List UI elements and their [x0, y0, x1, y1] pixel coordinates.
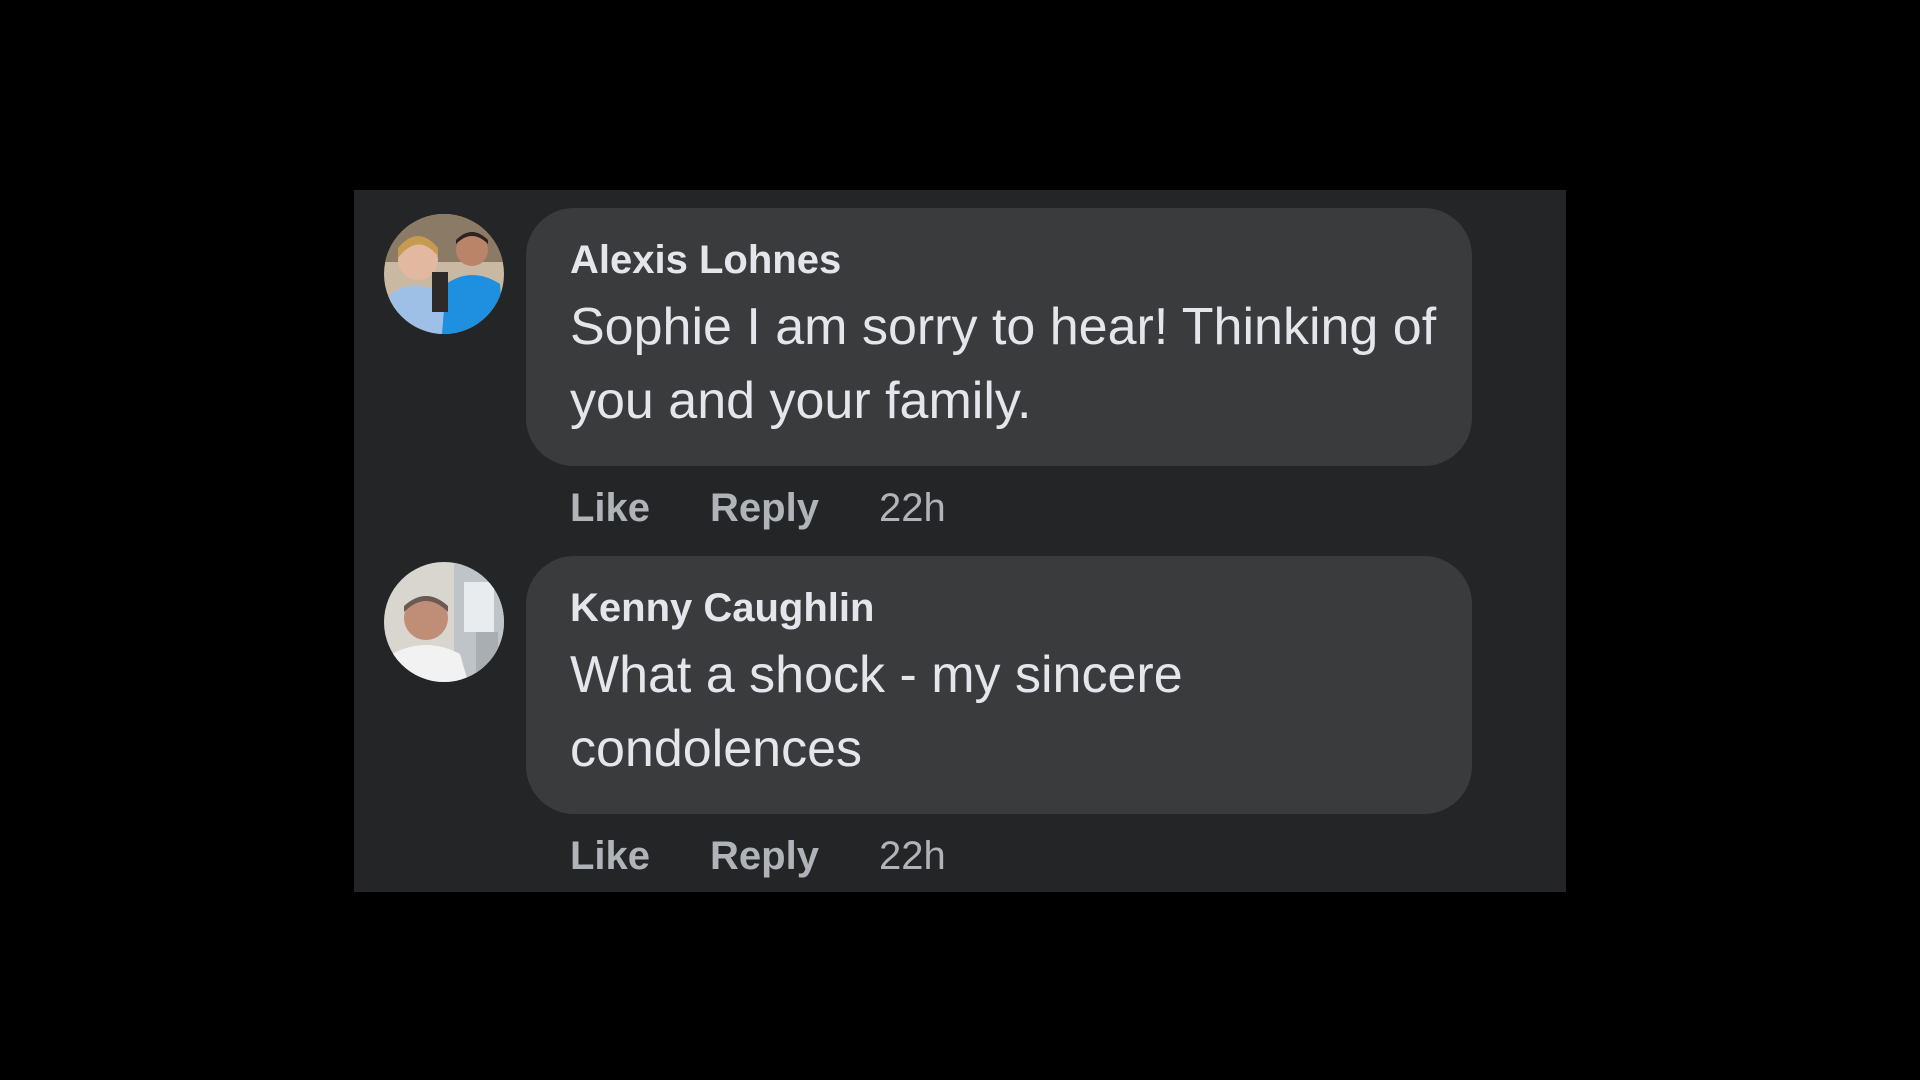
comment-text: Sophie I am sorry to hear! Thinking of y…: [570, 298, 1437, 430]
comment-bubble: Alexis Lohnes Sophie I am sorry to hear!…: [526, 208, 1472, 466]
comment-actions: Like Reply 22h: [570, 482, 946, 534]
avatar[interactable]: [384, 214, 504, 334]
comment-actions: Like Reply 22h: [570, 830, 946, 882]
comment-text: What a shock - my sincere condolences: [570, 646, 1183, 778]
comment-bubble: Kenny Caughlin What a shock - my sincere…: [526, 556, 1472, 814]
avatar[interactable]: [384, 562, 504, 682]
like-button[interactable]: Like: [570, 834, 650, 879]
reply-button[interactable]: Reply: [710, 486, 819, 531]
comment-timestamp[interactable]: 22h: [879, 834, 946, 879]
like-button[interactable]: Like: [570, 486, 650, 531]
comments-panel: Alexis Lohnes Sophie I am sorry to hear!…: [354, 190, 1566, 892]
comment-author-name[interactable]: Kenny Caughlin: [570, 584, 1472, 632]
comment-author-name[interactable]: Alexis Lohnes: [570, 236, 1472, 284]
profile-photo-icon: [384, 562, 504, 682]
comment-timestamp[interactable]: 22h: [879, 486, 946, 531]
reply-button[interactable]: Reply: [710, 834, 819, 879]
profile-photo-icon: [384, 214, 504, 334]
